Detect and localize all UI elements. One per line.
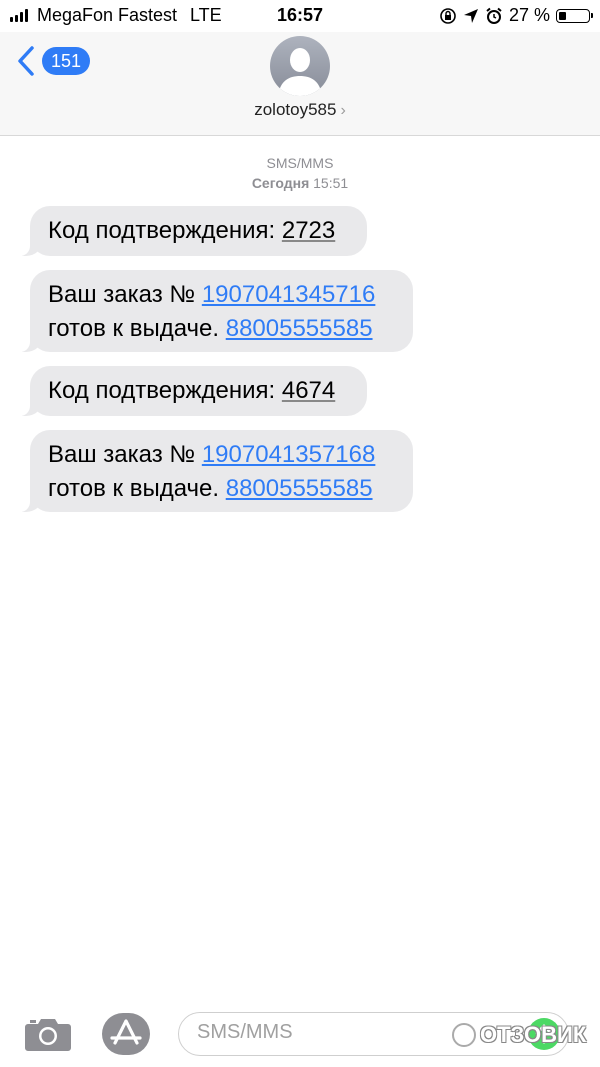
app-store-icon[interactable]	[101, 1012, 151, 1056]
camera-icon[interactable]	[24, 1014, 72, 1052]
person-icon	[278, 48, 322, 96]
confirmation-code[interactable]: 2723	[282, 217, 335, 244]
service-label: SMS/MMS	[266, 155, 334, 171]
message-text: Код подтверждения:	[48, 217, 282, 244]
message-text: Код подтверждения:	[48, 377, 282, 404]
chevron-right-icon: ›	[340, 102, 346, 119]
status-bar: MegaFon Fastest LTE 16:57 27 %	[0, 0, 600, 32]
unread-count-badge: 151	[42, 47, 90, 75]
battery-level	[559, 11, 567, 20]
message-text: готов к выдаче.	[48, 315, 226, 342]
contact-name: zolotoy585	[254, 100, 337, 119]
arrow-up-icon	[535, 1024, 553, 1044]
message-text: готов к выдаче.	[48, 475, 226, 502]
message-bubble[interactable]: Код подтверждения: 2723	[20, 206, 367, 256]
message-text: Ваш заказ №	[48, 281, 202, 308]
send-button[interactable]	[528, 1018, 560, 1050]
status-icons: 27 %	[439, 5, 593, 26]
message-text: Ваш заказ №	[48, 441, 202, 468]
back-button[interactable]: 151	[14, 44, 90, 78]
contact-name-button[interactable]: zolotoy585 ›	[0, 100, 600, 120]
contact-avatar[interactable]	[270, 36, 330, 96]
message-bubble[interactable]: Ваш заказ № 1907041345716 готов к выдаче…	[20, 270, 413, 352]
order-number-link[interactable]: 1907041357168	[202, 441, 376, 468]
orientation-lock-icon	[440, 7, 456, 24]
location-icon	[463, 8, 478, 23]
date-label: Сегодня	[251, 175, 310, 191]
order-number-link[interactable]: 1907041345716	[202, 281, 376, 308]
phone-number-link[interactable]: 88005555585	[226, 475, 373, 502]
timestamp: Сегодня 15:51	[0, 175, 600, 191]
message-bubble[interactable]: Код подтверждения: 4674	[20, 366, 367, 416]
time-label: 15:51	[313, 175, 349, 191]
message-bubble[interactable]: Ваш заказ № 1907041357168 готов к выдаче…	[20, 430, 413, 512]
composer-bar: SMS/MMS ОТЗОВИК	[0, 1000, 600, 1067]
battery-percent: 27 %	[508, 5, 550, 25]
battery-icon	[556, 8, 593, 23]
alarm-icon	[486, 7, 502, 24]
confirmation-code[interactable]: 4674	[282, 377, 335, 404]
conversation-header: 151 zolotoy585 ›	[0, 32, 600, 136]
chevron-left-icon	[18, 46, 34, 76]
phone-number-link[interactable]: 88005555585	[226, 315, 373, 342]
message-input[interactable]: SMS/MMS	[178, 1012, 569, 1056]
